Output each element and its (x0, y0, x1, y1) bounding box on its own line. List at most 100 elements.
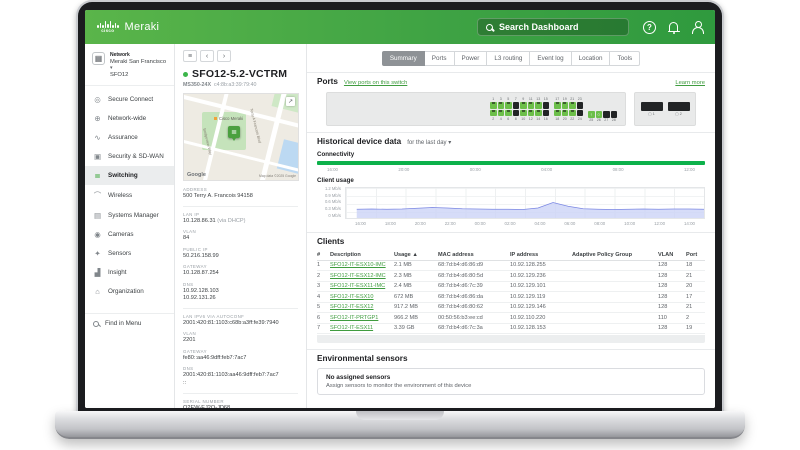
map-place-label: Cisco Meraki (214, 116, 243, 121)
sidebar-item-assurance[interactable]: ∿ Assurance (85, 128, 174, 147)
switch-port-24[interactable] (576, 109, 583, 116)
switch-port-19[interactable] (561, 102, 568, 109)
switch-port-23[interactable] (576, 102, 583, 109)
client-link[interactable]: SFO12-IT-ESX10-IMC (330, 261, 394, 269)
column-header-description[interactable]: Description (330, 251, 394, 259)
table-cell: 128 (658, 293, 668, 300)
table-row: 5 SFO12-IT-ESX12 917.2 MB 68:7d:b4:d6:80:62… (317, 303, 705, 313)
tab-location[interactable]: Location (571, 51, 611, 66)
column-header-ip-address[interactable]: IP address (510, 251, 572, 259)
column-header-usage-[interactable]: Usage ▲ (394, 251, 438, 259)
switch-port-20[interactable] (561, 109, 568, 116)
clients-section: Clients # Description Usage ▲ MAC address IP… (307, 232, 715, 349)
insight-icon: ▟ (94, 268, 101, 277)
tab-summary[interactable]: Summary (381, 51, 425, 66)
notifications-bell-icon[interactable] (667, 21, 680, 34)
map-attribution: Map data ©2025 Google (259, 174, 296, 178)
client-link[interactable]: SFO12-IT-ESX12-IMC (330, 272, 394, 280)
switch-port-21[interactable] (569, 102, 576, 109)
sidebar-item-organization[interactable]: ⌂ Organization (85, 282, 174, 301)
clients-title: Clients (317, 237, 345, 246)
tab-l3-routing[interactable]: L3 routing (487, 51, 531, 66)
table-cell (572, 275, 658, 277)
tab-power[interactable]: Power (454, 51, 488, 66)
device-list-button[interactable]: ≡ (183, 50, 197, 62)
switch-port-1[interactable] (490, 102, 497, 109)
search-input[interactable]: Search Dashboard (477, 18, 629, 36)
map-expand-icon[interactable]: ↗ (286, 97, 295, 106)
device-panel: ≡ ‹ › SFO12-5.2-VCTRM MS350-24X c4:8b:a3:… (175, 44, 307, 408)
device-field-serial-number: Serial number Q2EW-EJ2Q-JD68 (183, 398, 231, 408)
sidebar-item-systems-manager[interactable]: ▤ Systems Manager (85, 206, 174, 225)
table-cell: 128 (658, 325, 668, 332)
switch-port-11[interactable] (527, 102, 534, 109)
switch-port-14[interactable] (535, 109, 542, 116)
device-map-marker-icon[interactable]: ≣ (228, 126, 240, 141)
network-selector[interactable]: ▦ Network Meraki San Francisco ▾ SFO12 (85, 50, 174, 86)
uplink-module-2[interactable] (667, 102, 690, 111)
sidebar-item-security-sd-wan[interactable]: ▣ Security & SD-WAN (85, 147, 174, 166)
switch-port-12[interactable] (527, 109, 534, 116)
uplink-module-1[interactable] (640, 102, 663, 111)
client-link[interactable]: SFO12-IT-ESX11 (330, 324, 394, 332)
sidebar-item-find-in-menu[interactable]: Find in Menu (85, 313, 174, 333)
env-title: Environmental sensors (317, 354, 408, 363)
table-cell: 128 (658, 262, 668, 269)
switch-port-4[interactable] (497, 109, 504, 116)
switch-port-7[interactable] (512, 102, 519, 109)
column-header-mac-address[interactable]: MAC address (438, 251, 510, 259)
switch-port-3[interactable] (497, 102, 504, 109)
next-device-button[interactable]: › (217, 50, 231, 62)
table-cell (572, 327, 658, 329)
table-cell: 2 (317, 272, 321, 279)
table-row: 4 SFO12-IT-ESX10 672 MB 68:7d:b4:d6:86:da 10… (317, 292, 705, 303)
account-icon[interactable] (691, 21, 704, 34)
table-row: 2 SFO12-IT-ESX12-IMC 2.3 MB 68:7d:b4:d6:80:… (317, 271, 705, 282)
sidebar-item-sensors[interactable]: ✦ Sensors (85, 244, 174, 263)
client-link[interactable]: SFO12-IT-ESX12 (330, 303, 394, 311)
view-ports-link[interactable]: View ports on this switch (344, 80, 407, 86)
device-name: SFO12-5.2-VCTRM (192, 68, 288, 80)
sidebar-item-wireless[interactable]: ⌒ Wireless (85, 185, 174, 206)
column-header-vlan[interactable]: VLAN (658, 251, 686, 259)
tab-tools[interactable]: Tools (610, 51, 641, 66)
sidebar-item-secure-connect[interactable]: ◎ Secure Connect (85, 90, 174, 109)
switch-port-5[interactable] (505, 102, 512, 109)
network-sub: SFO12 (110, 72, 129, 78)
switch-port-17[interactable] (554, 102, 561, 109)
prev-device-button[interactable]: ‹ (200, 50, 214, 62)
network-wide-icon: ⊕ (94, 114, 101, 123)
time-range-dropdown[interactable]: for the last day ▾ (407, 139, 451, 146)
sidebar-item-network-wide[interactable]: ⊕ Network-wide (85, 109, 174, 128)
help-icon[interactable]: ? (643, 20, 656, 34)
column-header-adaptive-policy-group[interactable]: Adaptive Policy Group (572, 251, 658, 259)
learn-more-link[interactable]: Learn more (675, 80, 705, 86)
switch-port-18[interactable] (554, 109, 561, 116)
column-header-port[interactable]: Port (686, 251, 709, 259)
chevron-down-icon[interactable]: ▾ (110, 65, 113, 71)
tab-ports[interactable]: Ports (424, 51, 455, 66)
historical-title: Historical device data (317, 137, 402, 146)
organization-icon: ⌂ (95, 287, 100, 296)
switch-port-15[interactable] (542, 102, 549, 109)
secure-connect-icon: ◎ (94, 95, 101, 104)
switch-port-9[interactable] (520, 102, 527, 109)
tab-event-log[interactable]: Event log (530, 51, 572, 66)
sidebar-item-cameras[interactable]: ◉ Cameras (85, 225, 174, 244)
switch-port-13[interactable] (535, 102, 542, 109)
sidebar-item-switching[interactable]: ≣ Switching (85, 166, 174, 185)
table-cell: 21 (686, 304, 693, 311)
client-link[interactable]: SFO12-IT-PRTGP1 (330, 314, 394, 322)
switch-port-16[interactable] (542, 109, 549, 116)
client-link[interactable]: SFO12-IT-ESX11-IMC (330, 282, 394, 290)
switch-port-8[interactable] (512, 109, 519, 116)
switch-port-22[interactable] (569, 109, 576, 116)
switch-port-2[interactable] (490, 109, 497, 116)
column-header--[interactable]: # (317, 251, 330, 259)
sidebar-item-insight[interactable]: ▟ Insight (85, 263, 174, 282)
switch-port-6[interactable] (505, 109, 512, 116)
table-cell: 10.92.129.146 (510, 304, 546, 311)
switch-port-10[interactable] (520, 109, 527, 116)
device-location-map[interactable]: Cisco Meraki Terry A Francois Blvd Bridg… (183, 93, 299, 181)
client-link[interactable]: SFO12-IT-ESX10 (330, 293, 394, 301)
